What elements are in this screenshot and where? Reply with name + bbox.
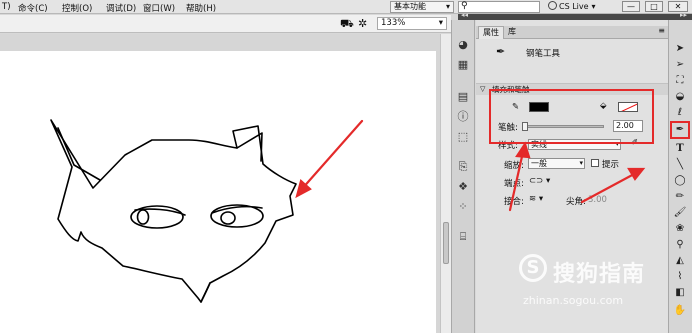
code-snippets-icon[interactable]: ⎘	[455, 160, 471, 174]
zoom-value: 133%	[381, 18, 406, 28]
oval-tool-icon[interactable]: ◯	[671, 174, 689, 188]
cat-pupil-right	[220, 211, 236, 225]
panel-tabs: 属性 库 ≡	[476, 26, 668, 39]
highlight-box	[489, 89, 654, 144]
scale-label: 缩放:	[504, 161, 524, 171]
cs-live-label: CS Live	[559, 2, 589, 11]
menu-debug[interactable]: 调试(D)	[106, 2, 136, 14]
lasso-tool-icon[interactable]: ℓ	[671, 106, 689, 120]
hint-label: 提示	[602, 160, 620, 170]
transform-icon[interactable]: ⬚	[455, 130, 471, 144]
components-icon[interactable]: ❖	[455, 180, 471, 194]
brush-tool-icon[interactable]: 🖌	[671, 206, 689, 220]
edit-symbols-icon[interactable]: ⛟	[340, 17, 354, 32]
stage-canvas[interactable]	[0, 51, 436, 333]
info-icon[interactable]: ⓘ	[455, 110, 471, 124]
menu-help[interactable]: 帮助(H)	[186, 2, 216, 14]
pen-tool-icon: ✒	[496, 45, 506, 58]
hint-checkbox[interactable]	[591, 159, 599, 167]
miter-label: 尖角:	[566, 197, 586, 207]
cat-eye-right	[210, 204, 264, 228]
chevron-down-icon: ▾	[438, 18, 443, 28]
watermark: S 搜狗指南 zhinan.sogou.com	[519, 252, 689, 326]
cat-chin	[200, 282, 211, 303]
text-tool-icon[interactable]: T	[671, 142, 689, 156]
maximize-button[interactable]: □	[645, 1, 663, 12]
collapse-left-icon[interactable]: ◂◂	[461, 11, 468, 19]
chevron-down-icon: ▾	[591, 2, 596, 11]
color-panel-icon[interactable]: ◕	[455, 38, 471, 52]
cs-live-icon	[548, 1, 557, 10]
search-input[interactable]: ⚲	[458, 1, 540, 13]
cat-drawing	[50, 119, 297, 303]
panel-menu-icon[interactable]: ≡	[658, 26, 665, 35]
join-select[interactable]: ≋ ▾	[529, 194, 543, 204]
chevron-down-icon: ▾	[579, 159, 583, 167]
bone-tool-icon[interactable]: ⚲	[671, 238, 689, 252]
menu-command[interactable]: 命令(C)	[18, 2, 48, 14]
pen-tool-icon[interactable]: ✒	[671, 123, 689, 137]
dock-strip: ◕ ▦ ▤ ⓘ ⬚ ⎘ ❖ ⁘ ⌸	[451, 20, 475, 333]
sogou-logo: S	[519, 254, 547, 282]
history-icon[interactable]: ⌸	[455, 230, 471, 244]
line-tool-icon[interactable]: ╲	[671, 158, 689, 172]
menu-window[interactable]: 窗口(W)	[143, 2, 175, 14]
menu-text[interactable]: T)	[2, 2, 11, 12]
pencil-tool-icon[interactable]: ✏	[671, 190, 689, 204]
cs-live-button[interactable]: CS Live ▾	[548, 1, 616, 13]
align-icon[interactable]: ▤	[455, 90, 471, 104]
menu-bar: T) 命令(C) 控制(O) 调试(D) 窗口(W) 帮助(H) 基本功能 ⚲ …	[0, 0, 692, 14]
edit-scene-icon[interactable]: ✲	[358, 17, 367, 30]
scrollbar-thumb[interactable]	[443, 222, 449, 264]
tab-library[interactable]: 库	[504, 26, 520, 39]
scale-select[interactable]: 一般 ▾	[528, 158, 585, 169]
free-transform-tool-icon[interactable]: ⛶	[671, 74, 689, 88]
watermark-url: zhinan.sogou.com	[523, 294, 624, 307]
subselection-tool-icon[interactable]: ➢	[671, 58, 689, 72]
collapse-right-icon[interactable]: ▸▸	[680, 11, 687, 19]
tab-properties[interactable]: 属性	[478, 26, 504, 39]
join-label: 接合:	[504, 197, 524, 207]
cat-ear-right-inner	[236, 132, 263, 162]
miter-value[interactable]: 3.00	[588, 195, 607, 205]
watermark-name: 搜狗指南	[553, 262, 646, 287]
tool-name: 钢笔工具	[526, 49, 561, 59]
menu-control[interactable]: 控制(O)	[62, 2, 92, 14]
cap-select[interactable]: ⊂⊃ ▾	[529, 176, 550, 186]
edit-bar: ⛟ ✲ 133% ▾	[0, 15, 451, 33]
vertical-scrollbar[interactable]	[440, 34, 451, 333]
minimize-button[interactable]: —	[622, 1, 640, 12]
swatches-icon[interactable]: ▦	[455, 58, 471, 72]
zoom-select[interactable]: 133% ▾	[377, 17, 447, 30]
deco-tool-icon[interactable]: ❀	[671, 222, 689, 236]
search-icon: ⚲	[461, 1, 468, 11]
selection-tool-icon[interactable]: ➤	[671, 42, 689, 56]
scale-value: 一般	[531, 159, 547, 168]
cat-pupil-left	[136, 209, 150, 225]
cap-label: 端点:	[504, 179, 524, 189]
cat-ear-left-inner	[57, 127, 101, 181]
workspace-select[interactable]: 基本功能	[390, 1, 454, 13]
motion-presets-icon[interactable]: ⁘	[455, 200, 471, 214]
3d-rotation-tool-icon[interactable]: ◒	[671, 90, 689, 104]
